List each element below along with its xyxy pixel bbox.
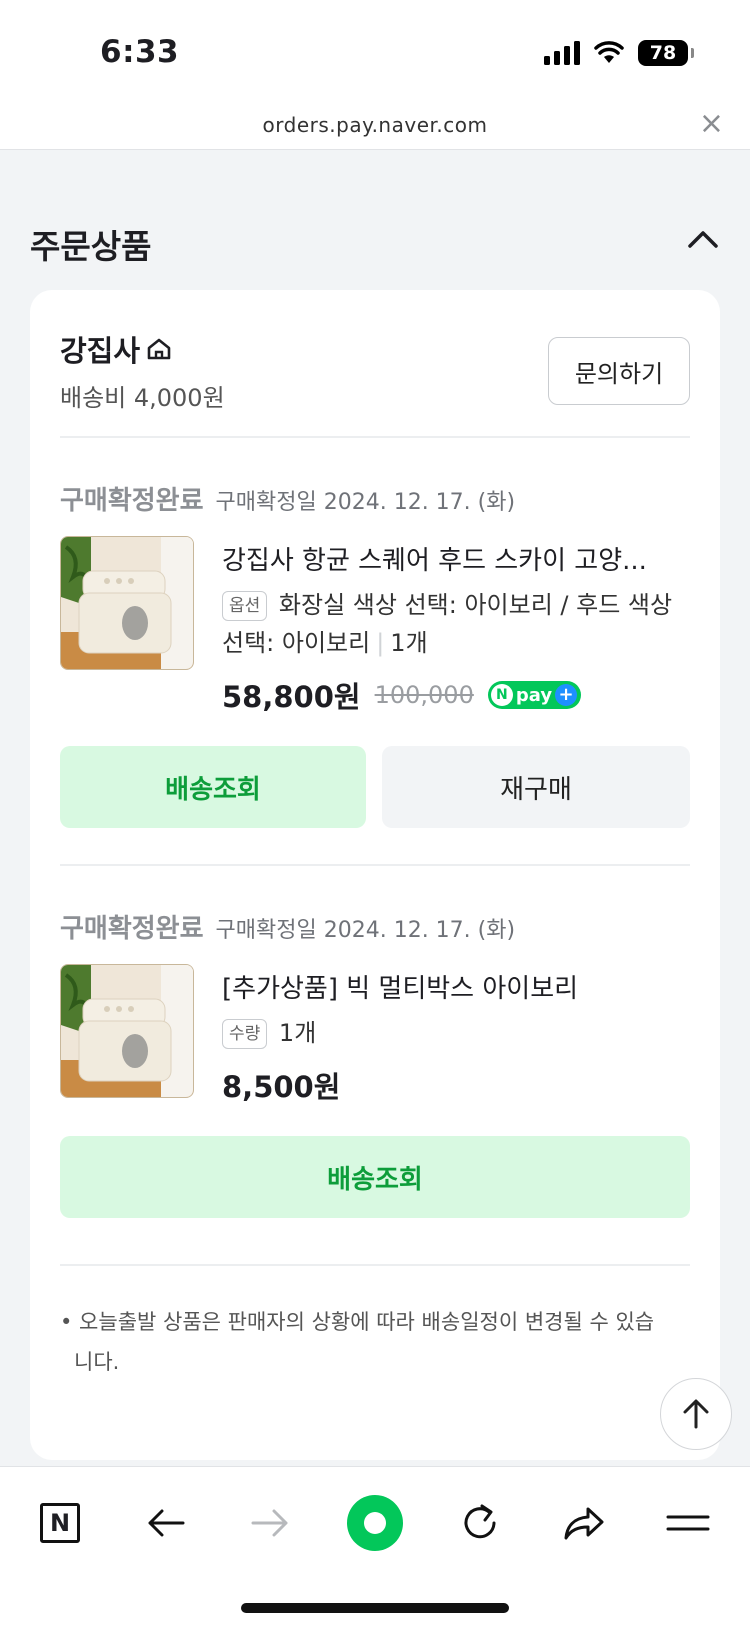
plus-icon: + bbox=[555, 684, 578, 706]
npay-label: pay bbox=[515, 684, 553, 706]
shipping-notice: • 오늘출발 상품은 판매자의 상황에 따라 배송일정이 변경될 수 있습니다. bbox=[60, 1310, 655, 1374]
arrow-left-icon bbox=[148, 1509, 185, 1537]
product-thumbnail[interactable] bbox=[60, 536, 194, 670]
home-icon[interactable] bbox=[146, 336, 172, 362]
section-title: 주문상품 bbox=[30, 227, 152, 266]
price-row: 8,500원 bbox=[222, 1064, 340, 1106]
url-text[interactable]: orders.pay.naver.com bbox=[0, 113, 750, 137]
battery-icon: 78 bbox=[638, 40, 694, 66]
green-dot-icon bbox=[347, 1495, 403, 1551]
home-indicator bbox=[241, 1603, 509, 1613]
original-price: 100,000 bbox=[374, 681, 474, 709]
product-option: 수량 1개 bbox=[222, 1014, 682, 1052]
quantity-badge: 수량 bbox=[222, 1019, 268, 1049]
option-badge: 옵션 bbox=[222, 591, 268, 621]
share-icon bbox=[564, 1507, 604, 1540]
order-card: 강집사 배송비 4,000원 문의하기 구매확정완료 구매확정일 2024. 1… bbox=[30, 290, 720, 1460]
seller-name[interactable]: 강집사 bbox=[60, 328, 172, 370]
refresh-button[interactable] bbox=[450, 1493, 510, 1553]
green-dot-button[interactable] bbox=[345, 1493, 405, 1553]
confirm-date: 구매확정일 2024. 12. 17. (화) bbox=[215, 490, 516, 515]
divider bbox=[60, 1264, 690, 1266]
refresh-icon bbox=[464, 1504, 496, 1539]
confirm-date: 구매확정일 2024. 12. 17. (화) bbox=[215, 918, 516, 943]
menu-button[interactable] bbox=[658, 1493, 718, 1553]
npay-n-icon: N bbox=[490, 684, 513, 706]
product-image bbox=[61, 965, 193, 1097]
browser-toolbar: N bbox=[0, 1466, 750, 1626]
order-status-label: 구매확정완료 bbox=[60, 914, 204, 944]
inquiry-button[interactable]: 문의하기 bbox=[548, 337, 690, 405]
divider bbox=[60, 864, 690, 866]
browser-url-bar[interactable]: orders.pay.naver.com × bbox=[0, 105, 750, 150]
product-image bbox=[61, 537, 193, 669]
separator: | bbox=[376, 629, 385, 657]
status-time: 6:33 bbox=[100, 34, 180, 70]
order-status-label: 구매확정완료 bbox=[60, 486, 204, 516]
rebuy-button[interactable]: 재구매 bbox=[382, 746, 690, 828]
option-text: 화장실 색상 선택: 아이보리 / 후드 색상 선택: 아이보리 bbox=[222, 591, 673, 657]
wifi-icon bbox=[594, 41, 624, 63]
price: 58,800원 bbox=[222, 680, 361, 714]
status-icons: 78 bbox=[544, 40, 694, 66]
price: 8,500원 bbox=[222, 1070, 341, 1104]
product-option: 옵션 화장실 색상 선택: 아이보리 / 후드 색상 선택: 아이보리 | 1개 bbox=[222, 586, 682, 662]
npay-plus-badge: N pay + bbox=[487, 681, 582, 709]
hamburger-menu-icon bbox=[666, 1515, 710, 1531]
close-icon[interactable]: × bbox=[699, 109, 724, 139]
naver-home-button[interactable]: N bbox=[30, 1493, 90, 1553]
order-status: 구매확정완료 구매확정일 2024. 12. 17. (화) bbox=[60, 480, 515, 517]
quantity: 1개 bbox=[278, 1019, 317, 1047]
quantity: 1개 bbox=[390, 629, 428, 657]
share-button[interactable] bbox=[554, 1493, 614, 1553]
divider bbox=[60, 436, 690, 438]
back-button[interactable] bbox=[136, 1493, 196, 1553]
price-row: 58,800원 100,000 N pay + bbox=[222, 674, 582, 716]
cellular-signal-icon bbox=[544, 41, 580, 65]
product-name[interactable]: [추가상품] 빅 멀티박스 아이보리 bbox=[222, 968, 672, 1005]
product-thumbnail[interactable] bbox=[60, 964, 194, 1098]
product-name[interactable]: 강집사 항균 스퀘어 후드 스카이 고양... bbox=[222, 540, 672, 577]
scroll-to-top-button[interactable] bbox=[660, 1378, 732, 1450]
arrow-right-icon bbox=[251, 1509, 288, 1537]
track-delivery-button[interactable]: 배송조회 bbox=[60, 1136, 690, 1218]
naver-n-icon: N bbox=[40, 1503, 80, 1543]
status-bar: 6:33 78 bbox=[0, 0, 750, 105]
track-delivery-button[interactable]: 배송조회 bbox=[60, 746, 366, 828]
forward-button[interactable] bbox=[240, 1493, 300, 1553]
arrow-up-icon bbox=[683, 1399, 709, 1429]
chevron-up-icon[interactable] bbox=[686, 226, 720, 252]
shipping-fee: 배송비 4,000원 bbox=[60, 384, 225, 412]
seller-name-text[interactable]: 강집사 bbox=[60, 328, 140, 370]
order-status: 구매확정완료 구매확정일 2024. 12. 17. (화) bbox=[60, 908, 515, 945]
